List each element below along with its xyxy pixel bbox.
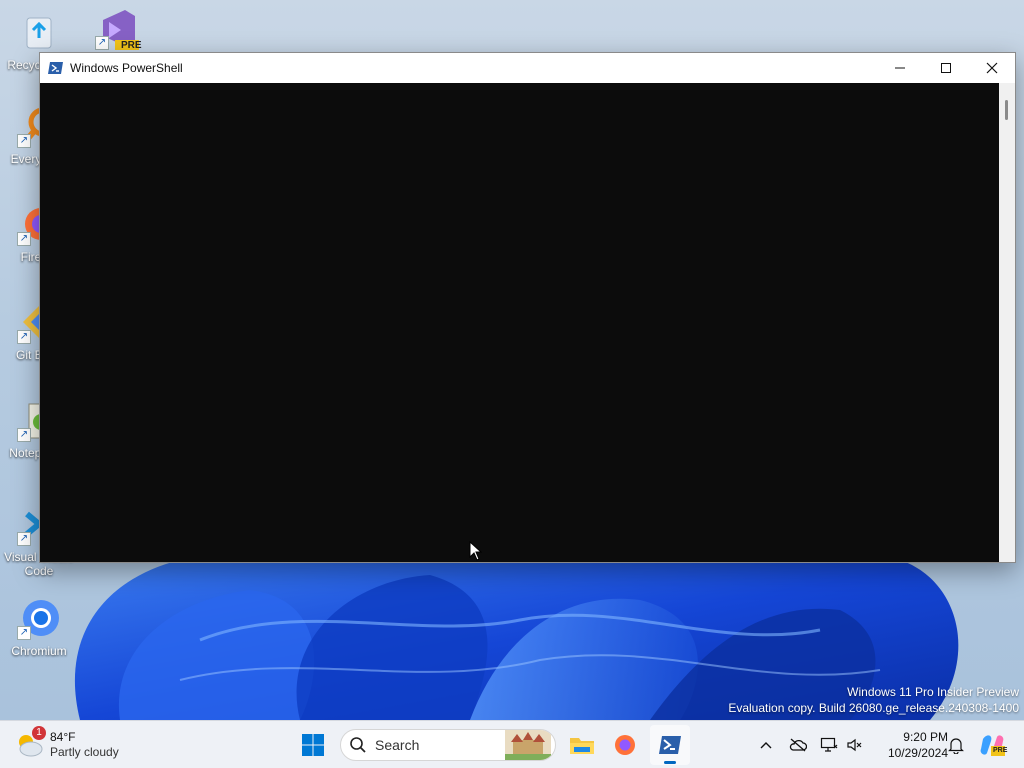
copilot-button[interactable]: PRE [978,733,1008,757]
partly-cloudy-icon: 1 [14,726,46,760]
powershell-window[interactable]: Windows PowerShell [39,52,1016,563]
evaluation-watermark: Windows 11 Pro Insider Preview Evaluatio… [728,684,1019,716]
weather-widget[interactable]: 1 84°F Partly cloudy [14,726,119,764]
display-network-icon [820,737,838,752]
desktop-icon-visual-studio-preview[interactable]: PRE ↗ [81,6,153,54]
powershell-icon [48,62,63,74]
clock-time: 9:20 PM [903,730,948,744]
windows-start-icon [302,734,324,756]
tray-overflow-button[interactable] [754,733,778,757]
taskbar-powershell[interactable] [650,725,690,765]
shortcut-arrow-icon: ↗ [95,36,109,50]
search-highlight-castle-icon [505,730,551,760]
shortcut-arrow-icon: ↗ [17,134,31,148]
clock-date: 10/29/2024 [887,746,948,760]
visual-studio-preview-icon: PRE ↗ [95,6,142,52]
tray-network[interactable] [817,733,841,757]
shortcut-arrow-icon: ↗ [17,428,31,442]
watermark-line-build: Evaluation copy. Build 26080.ge_release.… [728,701,1019,715]
shortcut-arrow-icon: ↗ [17,232,31,246]
terminal-content-area[interactable] [40,83,999,562]
taskbar-clock[interactable]: 9:20 PM 10/29/2024 [866,729,948,761]
recycle-bin-icon [17,10,61,54]
taskbar: 1 84°F Partly cloudy Search 9:20 PM 10/2… [0,720,1024,768]
window-titlebar[interactable]: Windows PowerShell [40,53,1015,83]
close-button[interactable] [969,53,1015,83]
powershell-icon [659,736,681,754]
taskbar-search-box[interactable]: Search [340,729,556,761]
desktop-icon-chromium[interactable]: ↗ Chromium [3,596,75,658]
notifications-button[interactable] [944,733,968,757]
watermark-line-edition: Windows 11 Pro Insider Preview [847,685,1019,699]
weather-alert-badge: 1 [32,726,46,740]
tray-volume[interactable] [843,733,867,757]
maximize-button[interactable] [923,53,969,83]
maximize-icon [941,63,951,73]
taskbar-firefox[interactable] [605,725,645,765]
copilot-pre-badge: PRE [993,747,1008,754]
close-icon [986,62,998,74]
start-button[interactable] [293,725,333,765]
pre-badge: PRE [121,40,142,51]
cloud-offline-icon [789,738,807,752]
volume-muted-icon [847,738,862,752]
search-icon [350,737,366,753]
weather-temperature: 84°F [50,730,76,744]
window-title: Windows PowerShell [70,61,183,75]
running-indicator [664,761,676,764]
folder-icon [570,738,594,754]
bell-icon [948,738,964,754]
mouse-cursor-icon [469,541,483,561]
shortcut-arrow-icon: ↗ [17,330,31,344]
desktop: Recycle Bin PRE ↗ ↗ Everything ↗ Firefox… [0,0,1024,720]
shortcut-arrow-icon: ↗ [17,626,31,640]
search-placeholder: Search [375,737,420,753]
desktop-icon-label: Chromium [11,644,67,658]
firefox-icon [615,735,635,755]
chromium-icon: ↗ [17,596,61,640]
weather-condition: Partly cloudy [50,745,119,759]
scrollbar-thumb[interactable] [1005,100,1008,120]
minimize-button[interactable] [877,53,923,83]
chevron-up-icon [760,742,772,749]
vertical-scrollbar[interactable] [999,83,1015,562]
minimize-icon [895,67,905,69]
tray-onedrive[interactable] [786,733,810,757]
shortcut-arrow-icon: ↗ [17,532,31,546]
taskbar-file-explorer[interactable] [562,725,602,765]
